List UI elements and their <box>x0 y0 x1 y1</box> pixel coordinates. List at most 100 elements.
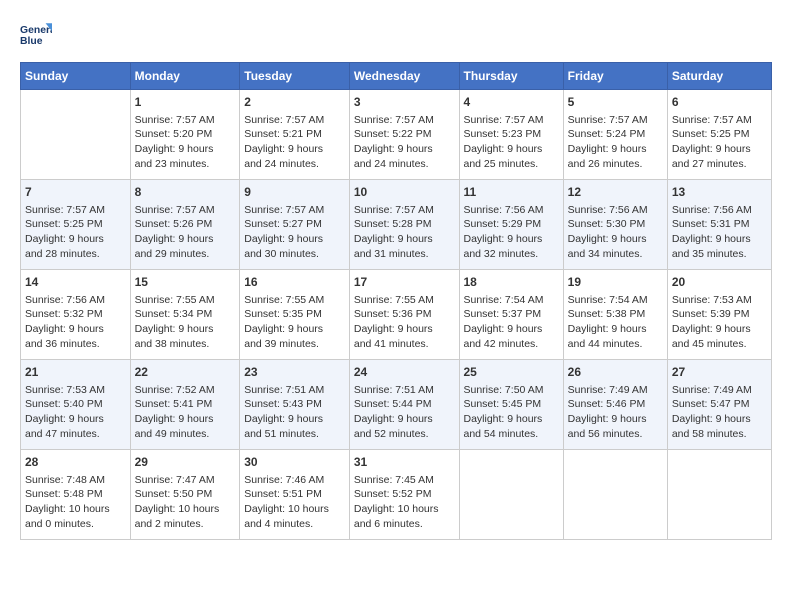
day-number: 19 <box>568 274 663 291</box>
calendar-cell: 23Sunrise: 7:51 AM Sunset: 5:43 PM Dayli… <box>240 360 350 450</box>
day-number: 29 <box>135 454 236 471</box>
calendar-cell: 4 Sunrise: 7:57 AM Sunset: 5:23 PM Daylig… <box>459 90 563 180</box>
day-number: 7 <box>25 184 126 201</box>
calendar-cell: 21 Sunrise: 7:53 AM Sunset: 5:40 PM Dayli… <box>21 360 131 450</box>
day-info: Sunrise: 7:57 AM Sunset: 5:20 PM Dayligh… <box>135 113 236 172</box>
day-number: 20 <box>672 274 767 291</box>
day-number: 25 <box>464 364 559 381</box>
week-row-4: 21 Sunrise: 7:53 AM Sunset: 5:40 PM Dayli… <box>21 360 772 450</box>
calendar-cell: 8 Sunrise: 7:57 AM Sunset: 5:26 PM Daylig… <box>130 180 240 270</box>
day-info: Sunrise: 7:57 AM Sunset: 5:23 PM Dayligh… <box>464 113 559 172</box>
logo-icon: General Blue <box>20 20 52 52</box>
calendar-cell: 30Sunrise: 7:46 AM Sunset: 5:51 PM Dayli… <box>240 450 350 540</box>
day-number: 8 <box>135 184 236 201</box>
day-header-saturday: Saturday <box>667 63 771 90</box>
calendar-cell: 5 Sunrise: 7:57 AM Sunset: 5:24 PM Daylig… <box>563 90 667 180</box>
day-number: 15 <box>135 274 236 291</box>
day-number: 3 <box>354 94 455 111</box>
day-info: Sunrise: 7:51 AM Sunset: 5:44 PM Dayligh… <box>354 383 455 442</box>
day-info: Sunrise: 7:50 AM Sunset: 5:45 PM Dayligh… <box>464 383 559 442</box>
day-number: 26 <box>568 364 663 381</box>
day-info: Sunrise: 7:53 AM Sunset: 5:39 PM Dayligh… <box>672 293 767 352</box>
day-info: Sunrise: 7:57 AM Sunset: 5:24 PM Dayligh… <box>568 113 663 172</box>
calendar-cell: 1 Sunrise: 7:57 AM Sunset: 5:20 PM Daylig… <box>130 90 240 180</box>
day-info: Sunrise: 7:45 AM Sunset: 5:52 PM Dayligh… <box>354 473 455 532</box>
day-info: Sunrise: 7:57 AM Sunset: 5:26 PM Dayligh… <box>135 203 236 262</box>
day-info: Sunrise: 7:55 AM Sunset: 5:36 PM Dayligh… <box>354 293 455 352</box>
day-info: Sunrise: 7:54 AM Sunset: 5:38 PM Dayligh… <box>568 293 663 352</box>
calendar-cell: 6 Sunrise: 7:57 AM Sunset: 5:25 PM Daylig… <box>667 90 771 180</box>
week-row-2: 7 Sunrise: 7:57 AM Sunset: 5:25 PM Daylig… <box>21 180 772 270</box>
day-number: 12 <box>568 184 663 201</box>
day-number: 11 <box>464 184 559 201</box>
day-number: 10 <box>354 184 455 201</box>
day-info: Sunrise: 7:55 AM Sunset: 5:34 PM Dayligh… <box>135 293 236 352</box>
day-number: 27 <box>672 364 767 381</box>
calendar-cell: 13 Sunrise: 7:56 AM Sunset: 5:31 PM Dayli… <box>667 180 771 270</box>
calendar-cell: 20 Sunrise: 7:53 AM Sunset: 5:39 PM Dayli… <box>667 270 771 360</box>
day-number: 1 <box>135 94 236 111</box>
day-number: 13 <box>672 184 767 201</box>
calendar-cell: 14 Sunrise: 7:56 AM Sunset: 5:32 PM Dayli… <box>21 270 131 360</box>
day-info: Sunrise: 7:56 AM Sunset: 5:32 PM Dayligh… <box>25 293 126 352</box>
calendar-cell: 27 Sunrise: 7:49 AM Sunset: 5:47 PM Dayli… <box>667 360 771 450</box>
day-info: Sunrise: 7:57 AM Sunset: 5:21 PM Dayligh… <box>244 113 345 172</box>
day-header-friday: Friday <box>563 63 667 90</box>
day-number: 28 <box>25 454 126 471</box>
day-info: Sunrise: 7:56 AM Sunset: 5:29 PM Dayligh… <box>464 203 559 262</box>
day-info: Sunrise: 7:47 AM Sunset: 5:50 PM Dayligh… <box>135 473 236 532</box>
day-info: Sunrise: 7:51 AM Sunset: 5:43 PM Dayligh… <box>244 383 345 442</box>
calendar-cell: 16Sunrise: 7:55 AM Sunset: 5:35 PM Dayli… <box>240 270 350 360</box>
day-info: Sunrise: 7:54 AM Sunset: 5:37 PM Dayligh… <box>464 293 559 352</box>
day-number: 4 <box>464 94 559 111</box>
calendar-cell: 19 Sunrise: 7:54 AM Sunset: 5:38 PM Dayli… <box>563 270 667 360</box>
day-number: 24 <box>354 364 455 381</box>
calendar-cell: 12Sunrise: 7:56 AM Sunset: 5:30 PM Dayli… <box>563 180 667 270</box>
calendar-cell: 2Sunrise: 7:57 AM Sunset: 5:21 PM Daylig… <box>240 90 350 180</box>
calendar-cell: 29 Sunrise: 7:47 AM Sunset: 5:50 PM Dayli… <box>130 450 240 540</box>
day-info: Sunrise: 7:55 AM Sunset: 5:35 PM Dayligh… <box>244 293 345 352</box>
calendar-cell: 7 Sunrise: 7:57 AM Sunset: 5:25 PM Daylig… <box>21 180 131 270</box>
day-number: 14 <box>25 274 126 291</box>
day-info: Sunrise: 7:56 AM Sunset: 5:31 PM Dayligh… <box>672 203 767 262</box>
day-info: Sunrise: 7:57 AM Sunset: 5:25 PM Dayligh… <box>25 203 126 262</box>
svg-text:General: General <box>20 25 52 36</box>
day-header-wednesday: Wednesday <box>349 63 459 90</box>
calendar-cell <box>563 450 667 540</box>
calendar-cell: 24 Sunrise: 7:51 AM Sunset: 5:44 PM Dayli… <box>349 360 459 450</box>
page-header: General Blue <box>20 20 772 52</box>
day-info: Sunrise: 7:48 AM Sunset: 5:48 PM Dayligh… <box>25 473 126 532</box>
calendar-cell: 26 Sunrise: 7:49 AM Sunset: 5:46 PM Dayli… <box>563 360 667 450</box>
day-header-monday: Monday <box>130 63 240 90</box>
svg-text:Blue: Blue <box>20 36 43 47</box>
day-number: 21 <box>25 364 126 381</box>
day-header-sunday: Sunday <box>21 63 131 90</box>
day-number: 5 <box>568 94 663 111</box>
calendar-cell: 9Sunrise: 7:57 AM Sunset: 5:27 PM Daylig… <box>240 180 350 270</box>
week-row-3: 14 Sunrise: 7:56 AM Sunset: 5:32 PM Dayli… <box>21 270 772 360</box>
week-row-1: 1 Sunrise: 7:57 AM Sunset: 5:20 PM Daylig… <box>21 90 772 180</box>
day-info: Sunrise: 7:49 AM Sunset: 5:47 PM Dayligh… <box>672 383 767 442</box>
calendar-cell: 11 Sunrise: 7:56 AM Sunset: 5:29 PM Dayli… <box>459 180 563 270</box>
calendar-cell: 18Sunrise: 7:54 AM Sunset: 5:37 PM Dayli… <box>459 270 563 360</box>
day-info: Sunrise: 7:53 AM Sunset: 5:40 PM Dayligh… <box>25 383 126 442</box>
calendar-cell: 3Sunrise: 7:57 AM Sunset: 5:22 PM Daylig… <box>349 90 459 180</box>
week-row-5: 28 Sunrise: 7:48 AM Sunset: 5:48 PM Dayli… <box>21 450 772 540</box>
day-number: 17 <box>354 274 455 291</box>
calendar-cell: 28 Sunrise: 7:48 AM Sunset: 5:48 PM Dayli… <box>21 450 131 540</box>
day-info: Sunrise: 7:49 AM Sunset: 5:46 PM Dayligh… <box>568 383 663 442</box>
calendar-cell: 25 Sunrise: 7:50 AM Sunset: 5:45 PM Dayli… <box>459 360 563 450</box>
calendar-cell: 31Sunrise: 7:45 AM Sunset: 5:52 PM Dayli… <box>349 450 459 540</box>
day-header-tuesday: Tuesday <box>240 63 350 90</box>
day-info: Sunrise: 7:57 AM Sunset: 5:25 PM Dayligh… <box>672 113 767 172</box>
day-header-thursday: Thursday <box>459 63 563 90</box>
day-info: Sunrise: 7:57 AM Sunset: 5:28 PM Dayligh… <box>354 203 455 262</box>
calendar-cell: 17 Sunrise: 7:55 AM Sunset: 5:36 PM Dayli… <box>349 270 459 360</box>
day-info: Sunrise: 7:57 AM Sunset: 5:27 PM Dayligh… <box>244 203 345 262</box>
day-number: 22 <box>135 364 236 381</box>
day-info: Sunrise: 7:52 AM Sunset: 5:41 PM Dayligh… <box>135 383 236 442</box>
day-info: Sunrise: 7:46 AM Sunset: 5:51 PM Dayligh… <box>244 473 345 532</box>
day-number: 6 <box>672 94 767 111</box>
calendar-cell: 15 Sunrise: 7:55 AM Sunset: 5:34 PM Dayli… <box>130 270 240 360</box>
calendar-cell: 10 Sunrise: 7:57 AM Sunset: 5:28 PM Dayli… <box>349 180 459 270</box>
